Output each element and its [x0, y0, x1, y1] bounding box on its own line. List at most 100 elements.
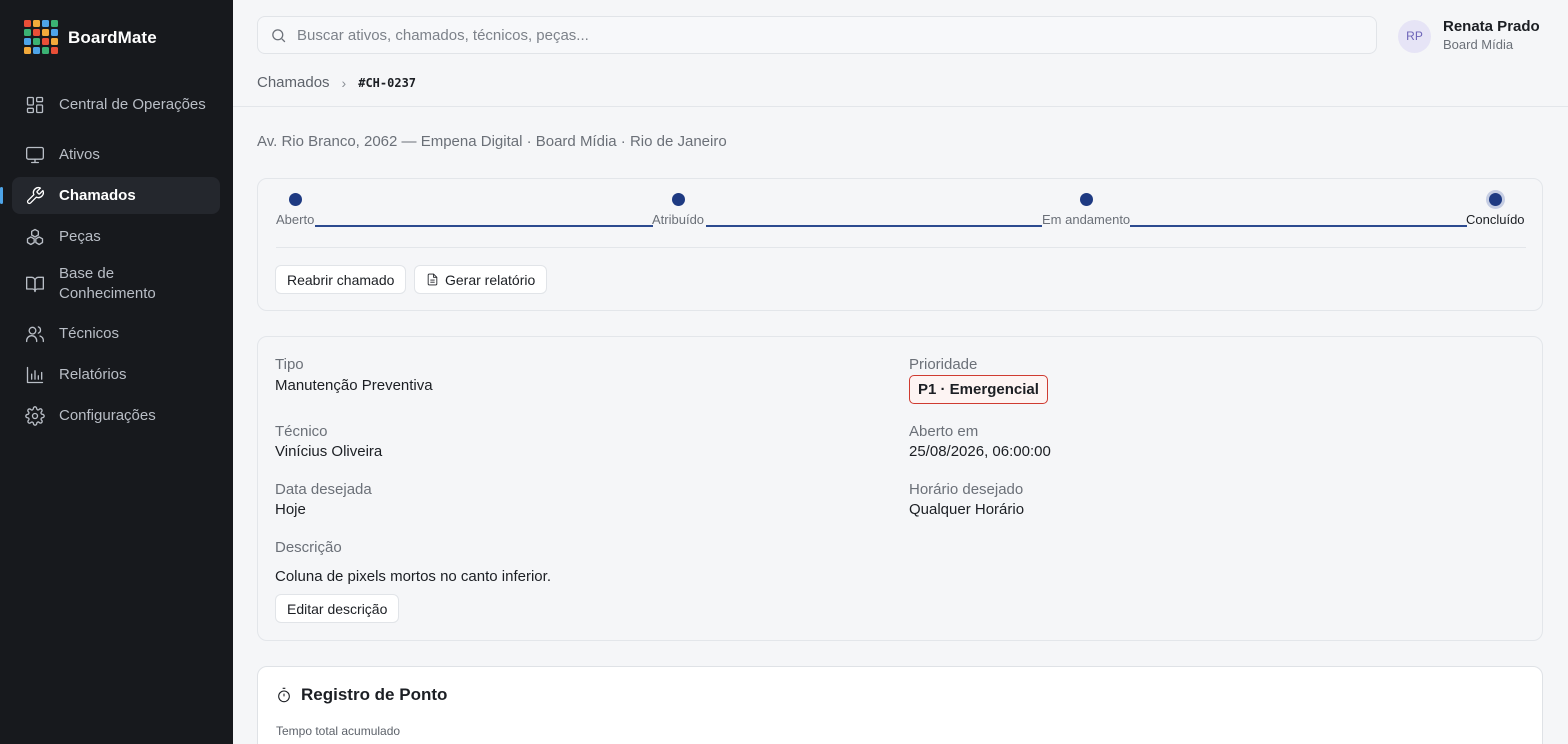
tecnico-value: Vinícius Oliveira	[275, 443, 383, 460]
logo-tile	[42, 47, 49, 54]
step-dot	[1079, 193, 1093, 206]
wrench-icon	[24, 185, 46, 207]
reopen-ticket-label: Reabrir chamado	[287, 271, 395, 288]
user-name: Renata Prado	[1443, 18, 1540, 35]
card-divider	[276, 247, 1526, 248]
stepper-connector	[1130, 225, 1467, 227]
tempo-total-label: Tempo total acumulado	[276, 724, 401, 738]
logo-tile	[51, 47, 58, 54]
sidebar-item-label: Chamados	[59, 186, 136, 204]
step-dot	[1488, 193, 1502, 206]
data-desejada-value: Hoje	[275, 501, 306, 518]
search-icon	[272, 28, 286, 42]
edit-description-label: Editar descrição	[287, 600, 388, 617]
logo-tile	[51, 29, 58, 36]
sidebar: BoardMate Central de Operações Ativos Ch…	[0, 0, 233, 744]
registro-ponto-card: Registro de Ponto Tempo total acumulado	[257, 666, 1543, 744]
step-label: Aberto	[276, 212, 315, 227]
sidebar-item-base-conhecimento[interactable]: Base de Conhecimento	[12, 259, 220, 309]
tecnico-label: Técnico	[275, 423, 328, 440]
avatar[interactable]: RP	[1398, 19, 1431, 53]
chart-icon	[24, 364, 46, 386]
step-dot	[671, 193, 685, 206]
step-label: Concluído	[1466, 212, 1525, 227]
user-org: Board Mídia	[1443, 37, 1514, 52]
registro-ponto-title-text: Registro de Ponto	[301, 685, 448, 704]
descricao-label: Descrição	[275, 539, 342, 556]
sidebar-item-label: Peças	[59, 227, 101, 245]
sidebar-item-central[interactable]: Central de Operações	[12, 80, 220, 130]
tipo-value: Manutenção Preventiva	[275, 377, 433, 394]
step-dot	[288, 193, 302, 206]
logo-tile	[24, 20, 31, 27]
aberto-em-label: Aberto em	[909, 423, 979, 440]
logo-tile	[33, 47, 40, 54]
ticket-address: Av. Rio Branco, 2062 — Empena Digital · …	[257, 133, 727, 150]
status-stepper: Aberto Atribuído Em andamento Concluído	[276, 193, 1526, 233]
book-icon	[24, 273, 46, 295]
logo-tile	[42, 38, 49, 45]
sidebar-item-label: Base de Conhecimento	[59, 265, 156, 302]
sidebar-nav: Central de Operações Ativos Chamados Peç…	[0, 80, 220, 438]
logo-tile	[33, 20, 40, 27]
grid-icon	[24, 94, 46, 116]
tipo-label: Tipo	[275, 356, 304, 373]
logo-tile	[33, 29, 40, 36]
details-card: Tipo Manutenção Preventiva Prioridade P1…	[257, 336, 1543, 641]
breadcrumb-parent-link[interactable]: Chamados	[257, 74, 330, 91]
breadcrumb-current: #CH-0237	[358, 75, 417, 90]
step-aberto: Aberto	[276, 193, 314, 227]
logo-tile	[24, 29, 31, 36]
generate-report-button[interactable]: Gerar relatório	[414, 265, 548, 294]
reopen-ticket-button[interactable]: Reabrir chamado	[275, 265, 407, 294]
brand-name: BoardMate	[68, 27, 157, 47]
header-divider	[233, 106, 1568, 107]
generate-report-label: Gerar relatório	[445, 271, 536, 288]
sidebar-item-label: Técnicos	[59, 324, 120, 342]
sidebar-item-label: Central de Operações	[59, 96, 206, 113]
breadcrumb: Chamados › #CH-0237	[257, 74, 416, 91]
horario-desejado-label: Horário desejado	[909, 481, 1024, 498]
registro-ponto-title: Registro de Ponto	[276, 685, 447, 705]
sidebar-item-tecnicos[interactable]: Técnicos	[12, 315, 220, 352]
sidebar-item-configuracoes[interactable]: Configurações	[12, 397, 220, 434]
logo-tile	[33, 38, 40, 45]
brand[interactable]: BoardMate	[24, 20, 157, 55]
gear-icon	[24, 405, 46, 427]
data-desejada-label: Data desejada	[275, 481, 372, 498]
user-menu[interactable]: RP Renata Prado Board Mídia	[1398, 18, 1540, 54]
sidebar-item-label: Configurações	[59, 406, 156, 424]
logo-tile	[42, 29, 49, 36]
search-bar[interactable]	[257, 16, 1377, 54]
step-em-andamento: Em andamento	[1042, 193, 1130, 227]
sidebar-item-pecas[interactable]: Peças	[12, 218, 220, 255]
step-label: Atribuído	[652, 212, 705, 227]
users-icon	[24, 323, 46, 345]
priority-badge: P1 · Emergencial	[909, 375, 1048, 404]
sidebar-item-chamados[interactable]: Chamados	[0, 177, 220, 214]
edit-description-button[interactable]: Editar descrição	[275, 594, 400, 623]
chevron-right-icon: ›	[341, 74, 347, 91]
step-concluido: Concluído	[1466, 193, 1525, 227]
stopwatch-icon	[278, 687, 290, 703]
status-card: Aberto Atribuído Em andamento Concluído …	[257, 178, 1543, 311]
sidebar-item-ativos[interactable]: Ativos	[12, 136, 220, 173]
aberto-em-value: 25/08/2026, 06:00:00	[909, 443, 1051, 460]
logo-tile	[51, 20, 58, 27]
boxes-icon	[24, 226, 46, 248]
logo-tile	[42, 20, 49, 27]
stepper-connector	[315, 225, 653, 227]
logo-tile	[24, 47, 31, 54]
logo-tile	[24, 38, 31, 45]
search-input[interactable]	[297, 26, 1357, 44]
sidebar-item-label: Ativos	[59, 145, 100, 163]
sidebar-item-relatorios[interactable]: Relatórios	[12, 356, 220, 393]
sidebar-item-label: Relatórios	[59, 365, 127, 383]
brand-logo	[24, 20, 59, 55]
prioridade-label: Prioridade	[909, 356, 978, 373]
descricao-value: Coluna de pixels mortos no canto inferio…	[275, 568, 551, 585]
user-info: Renata Prado Board Mídia	[1443, 18, 1540, 54]
logo-tile	[51, 38, 58, 45]
step-label: Em andamento	[1042, 212, 1131, 227]
horario-desejado-value: Qualquer Horário	[909, 501, 1025, 518]
